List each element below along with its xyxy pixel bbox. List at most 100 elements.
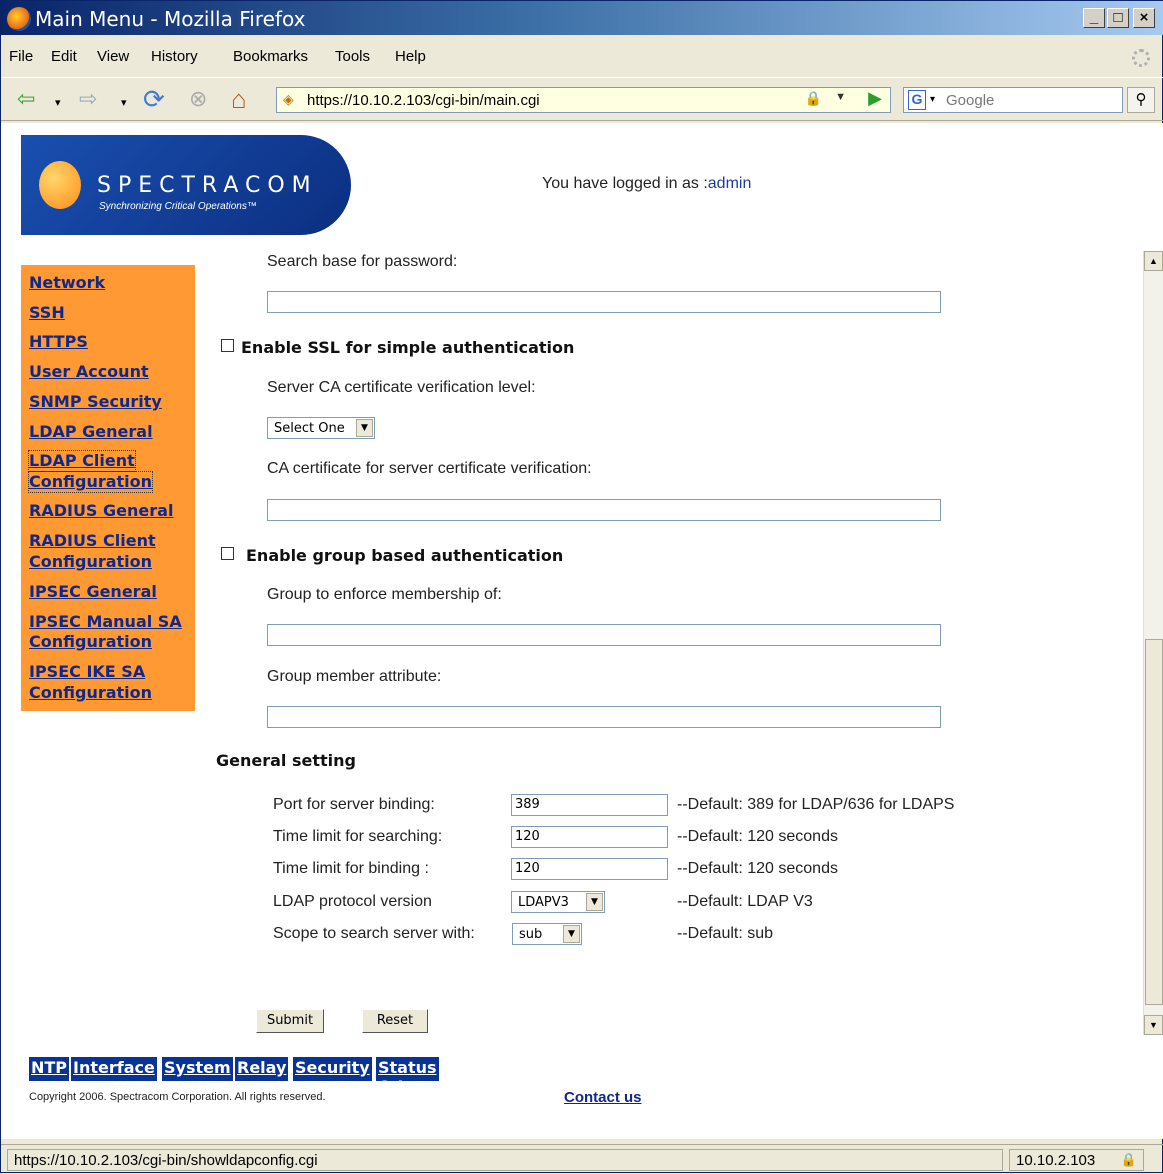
back-icon[interactable]: ⇦ bbox=[17, 86, 35, 112]
maximize-button[interactable]: □ bbox=[1107, 8, 1129, 28]
reload-icon[interactable]: ⟳ bbox=[143, 86, 165, 112]
sidebar-item-radius-general[interactable]: RADIUS General bbox=[29, 501, 173, 521]
menu-edit[interactable]: Edit bbox=[51, 48, 77, 65]
search-icon[interactable]: ⚲ bbox=[1127, 87, 1155, 113]
nav-ntp[interactable]: NTP bbox=[29, 1057, 70, 1081]
back-dropdown-icon[interactable]: ▾ bbox=[55, 90, 61, 116]
forward-icon[interactable]: ⇨ bbox=[79, 86, 97, 112]
sidebar-item-user-account[interactable]: User Account bbox=[29, 362, 149, 382]
ca-level-label: Server CA certificate verification level… bbox=[267, 379, 536, 396]
ca-cert-input[interactable] bbox=[267, 499, 941, 521]
throbber-icon bbox=[1132, 49, 1150, 67]
member-attr-input[interactable] bbox=[267, 706, 941, 728]
browser-window: Main Menu - Mozilla Firefox _ □ × File E… bbox=[0, 0, 1163, 1173]
sidebar-item-radius-client-configuration[interactable]: Configuration bbox=[29, 552, 152, 572]
nav-interface[interactable]: Interface bbox=[71, 1057, 157, 1081]
search-time-input[interactable]: 120 bbox=[511, 826, 668, 848]
port-input[interactable]: 389 bbox=[511, 794, 668, 816]
reset-button[interactable]: Reset bbox=[362, 1009, 428, 1033]
copyright: Copyright 2006. Spectracom Corporation. … bbox=[29, 1091, 326, 1103]
brand-tagline: Synchronizing Critical Operations™ bbox=[99, 201, 257, 212]
sidebar-item-ipsec-ike-sa-configuration[interactable]: Configuration bbox=[29, 683, 152, 703]
ssl-lock-icon[interactable]: 🔒 bbox=[805, 90, 822, 107]
sidebar-item-ipsec-manual-sa[interactable]: IPSEC Manual SA bbox=[29, 612, 182, 632]
enable-ssl-checkbox[interactable] bbox=[221, 339, 234, 352]
search-time-hint: --Default: 120 seconds bbox=[677, 828, 838, 845]
logged-in-label: You have logged in as : bbox=[542, 175, 708, 192]
menu-view[interactable]: View bbox=[97, 48, 129, 65]
status-host-text: 10.10.2.103 bbox=[1016, 1152, 1096, 1169]
menu-history[interactable]: History bbox=[151, 48, 198, 65]
menu-tools[interactable]: Tools bbox=[335, 48, 370, 65]
search-box[interactable]: G ▾ Google bbox=[903, 87, 1123, 113]
sidebar-item-ldap-client-configuration[interactable]: Configuration bbox=[27, 471, 154, 493]
bind-time-input[interactable]: 120 bbox=[511, 858, 668, 880]
enable-group-checkbox[interactable] bbox=[221, 547, 234, 560]
forward-dropdown-icon[interactable]: ▾ bbox=[121, 90, 127, 116]
contact-link[interactable]: Contact us bbox=[564, 1089, 642, 1106]
sidebar-item-network[interactable]: Network bbox=[29, 273, 105, 293]
firefox-icon bbox=[7, 7, 31, 31]
sidebar-item-ldap-client[interactable]: LDAP Client bbox=[28, 450, 136, 472]
sidebar-item-radius-client[interactable]: RADIUS Client bbox=[29, 531, 156, 551]
sidebar-item-ipsec-ike-sa[interactable]: IPSEC IKE SA bbox=[29, 662, 145, 682]
menu-file[interactable]: File bbox=[9, 48, 33, 65]
scroll-up-icon[interactable]: ▲ bbox=[1144, 251, 1163, 271]
chevron-down-icon[interactable]: ▼ bbox=[586, 893, 603, 911]
sidebar-item-ssh[interactable]: SSH bbox=[29, 303, 65, 323]
title-bar: Main Menu - Mozilla Firefox _ □ × bbox=[1, 1, 1163, 35]
google-icon[interactable]: G bbox=[908, 90, 926, 110]
ca-level-select[interactable]: Select One ▼ bbox=[267, 417, 375, 439]
menu-bookmarks[interactable]: Bookmarks bbox=[233, 48, 308, 65]
nav-security[interactable]: Security bbox=[293, 1057, 372, 1081]
brand-name: SPECTRACOM bbox=[97, 173, 318, 198]
chevron-down-icon[interactable]: ▼ bbox=[563, 925, 580, 943]
scope-hint: --Default: sub bbox=[677, 925, 774, 942]
scrollbar[interactable]: ▲ ▼ bbox=[1143, 251, 1163, 1035]
sidebar: Network SSH HTTPS User Account SNMP Secu… bbox=[21, 265, 195, 711]
navigation-toolbar: ⇦ ▾ ⇨ ▾ ⟳ ⊗ ⌂ ◈ https://10.10.2.103/cgi-… bbox=[1, 77, 1163, 121]
sidebar-item-ldap-general[interactable]: LDAP General bbox=[29, 422, 153, 442]
site-identity-icon[interactable]: ◈ bbox=[283, 91, 294, 108]
sidebar-item-https[interactable]: HTTPS bbox=[29, 332, 88, 352]
group-label: Group to enforce membership of: bbox=[267, 586, 502, 603]
scope-select[interactable]: sub ▼ bbox=[512, 923, 582, 945]
port-hint: --Default: 389 for LDAP/636 for LDAPS bbox=[677, 796, 955, 813]
submit-button[interactable]: Submit bbox=[256, 1009, 324, 1033]
scroll-thumb[interactable] bbox=[1145, 639, 1163, 1005]
url-bar[interactable]: ◈ https://10.10.2.103/cgi-bin/main.cgi 🔒… bbox=[276, 87, 891, 113]
protocol-value: LDAPV3 bbox=[518, 895, 569, 910]
nav-status-log[interactable]: Status & Log bbox=[376, 1057, 439, 1096]
sidebar-item-ipsec-manual-sa-configuration[interactable]: Configuration bbox=[29, 632, 152, 652]
scroll-down-icon[interactable]: ▼ bbox=[1144, 1015, 1163, 1035]
url-text[interactable]: https://10.10.2.103/cgi-bin/main.cgi bbox=[307, 92, 540, 109]
engine-dropdown-icon[interactable]: ▾ bbox=[930, 94, 935, 105]
menu-bar: File Edit View History Bookmarks Tools H… bbox=[1, 43, 1163, 71]
bind-time-hint: --Default: 120 seconds bbox=[677, 860, 838, 877]
search-base-password-input[interactable] bbox=[267, 291, 941, 313]
general-setting-heading: General setting bbox=[216, 751, 356, 770]
sidebar-item-ipsec-general[interactable]: IPSEC General bbox=[29, 582, 157, 602]
protocol-select[interactable]: LDAPV3 ▼ bbox=[511, 891, 605, 913]
port-label: Port for server binding: bbox=[273, 796, 435, 813]
search-placeholder[interactable]: Google bbox=[946, 92, 994, 109]
nav-system[interactable]: System bbox=[162, 1057, 233, 1081]
protocol-label: LDAP protocol version bbox=[273, 893, 432, 910]
close-button[interactable]: × bbox=[1133, 8, 1155, 28]
status-url: https://10.10.2.103/cgi-bin/showldapconf… bbox=[7, 1149, 1003, 1171]
sidebar-item-snmp-security[interactable]: SNMP Security bbox=[29, 392, 162, 412]
go-icon[interactable]: ▶ bbox=[868, 88, 882, 109]
minimize-button[interactable]: _ bbox=[1083, 8, 1105, 28]
spectracom-logo: SPECTRACOM Synchronizing Critical Operat… bbox=[21, 135, 351, 235]
chevron-down-icon[interactable]: ▼ bbox=[356, 419, 373, 437]
url-dropdown-icon[interactable]: ▼ bbox=[835, 91, 846, 103]
logged-in-user: admin bbox=[707, 175, 752, 192]
home-icon[interactable]: ⌂ bbox=[231, 86, 247, 112]
menu-help[interactable]: Help bbox=[395, 48, 426, 65]
protocol-hint: --Default: LDAP V3 bbox=[677, 893, 813, 910]
nav-relay[interactable]: Relay bbox=[235, 1057, 289, 1081]
group-input[interactable] bbox=[267, 624, 941, 646]
enable-group-label: Enable group based authentication bbox=[246, 546, 564, 565]
stop-icon[interactable]: ⊗ bbox=[189, 86, 207, 112]
lock-icon[interactable]: 🔒 bbox=[1121, 1152, 1137, 1168]
